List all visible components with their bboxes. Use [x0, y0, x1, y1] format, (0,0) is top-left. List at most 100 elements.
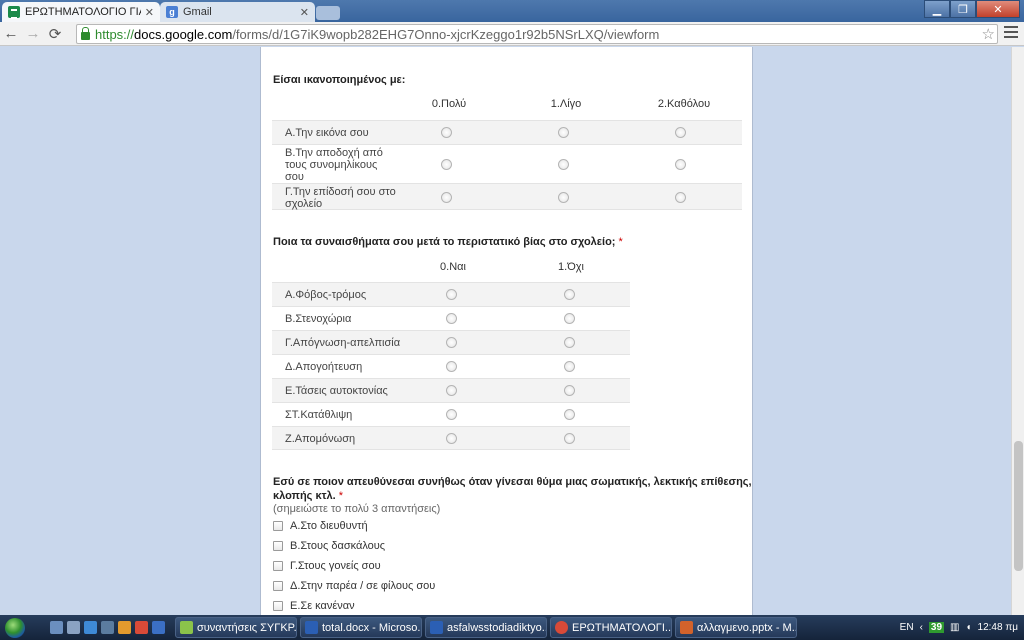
url-scheme: https:// [95, 26, 135, 42]
checkbox-option[interactable]: Ε.Σε κανέναν [273, 600, 355, 612]
taskbar-item-label: αλλαγμενο.pptx - M... [697, 621, 797, 634]
language-indicator[interactable]: EN [900, 622, 914, 633]
taskbar-item-label: total.docx - Microso... [322, 621, 422, 634]
chrome-icon [555, 621, 568, 634]
radio-button[interactable] [675, 192, 686, 203]
tray-badge[interactable]: 39 [928, 622, 945, 633]
checkbox-option[interactable]: Β.Στους δασκάλους [273, 540, 385, 552]
window-controls: ▁ ❐ ✕ [924, 0, 1020, 18]
radio-button[interactable] [564, 337, 575, 348]
grid-row: Γ.Απόγνωση-απελπισία [272, 330, 630, 354]
start-button[interactable] [0, 615, 30, 640]
taskbar-item[interactable]: total.docx - Microso... [300, 617, 422, 638]
system-tray: EN ‹ 39 ▥ ◖ 12:48 πμ [900, 615, 1024, 640]
checkbox-label: Β.Στους δασκάλους [290, 540, 386, 552]
windows-logo-icon [5, 617, 25, 638]
restore-icon[interactable]: ❐ [950, 0, 976, 18]
browser-tab-strip: ΕΡΩΤΗΜΑΤΟΛΟΓΙΟ ΓΙΑ ΤΗ ✕ g Gmail ✕ ▁ ❐ ✕ [0, 0, 1024, 22]
grid-row: Β.Στενοχώρια [272, 306, 630, 330]
checkbox[interactable] [273, 581, 283, 591]
taskbar-item[interactable]: αλλαγμενο.pptx - M... [675, 617, 797, 638]
radio-button[interactable] [446, 409, 457, 420]
taskbar-item-label: συναντήσεις ΣΥΓΚΡ... [197, 621, 297, 634]
new-tab-button[interactable] [316, 6, 340, 20]
sheets-icon [180, 621, 193, 634]
word-icon[interactable] [152, 621, 165, 634]
radio-button[interactable] [446, 433, 457, 444]
radio-button[interactable] [446, 361, 457, 372]
word-icon [305, 621, 318, 634]
radio-button[interactable] [675, 127, 686, 138]
minimize-icon[interactable]: ▁ [924, 0, 950, 18]
column-header: 0.Ναι [440, 261, 466, 273]
row-label-line: Γ.Την επίδοσή σου στο [285, 186, 396, 198]
tab-title: Gmail [183, 6, 212, 18]
row-label: Ε.Τάσεις αυτοκτονίας [285, 385, 388, 397]
question-title: Είσαι ικανοποιημένος με: [273, 74, 406, 86]
radio-button[interactable] [441, 192, 452, 203]
radio-button[interactable] [564, 409, 575, 420]
tab-questionnaire[interactable]: ΕΡΩΤΗΜΑΤΟΛΟΓΙΟ ΓΙΑ ΤΗ ✕ [2, 2, 160, 22]
radio-button[interactable] [441, 127, 452, 138]
radio-button[interactable] [441, 159, 452, 170]
address-bar[interactable]: https:// docs.google.com /forms/d/1G7iK9… [76, 24, 998, 44]
radio-button[interactable] [564, 433, 575, 444]
google-forms-icon [8, 6, 20, 19]
network-icon[interactable]: ▥ [950, 622, 959, 633]
checkbox-option[interactable]: Γ.Στους γονείς σου [273, 560, 381, 572]
close-icon[interactable]: ✕ [145, 6, 154, 19]
checkbox-label: Ε.Σε κανέναν [290, 600, 355, 612]
checkbox[interactable] [273, 521, 283, 531]
checkbox-option[interactable]: Δ.Στην παρέα / σε φίλους σου [273, 580, 435, 592]
close-icon[interactable]: ✕ [300, 6, 309, 19]
checkbox-option[interactable]: Α.Στο διευθυντή [273, 520, 368, 532]
column-header: 1.Όχι [558, 261, 584, 273]
taskbar-item[interactable]: συναντήσεις ΣΥΓΚΡ... [175, 617, 297, 638]
page-viewport: Είσαι ικανοποιημένος με: 0.Πολύ 1.Λίγο 2… [0, 47, 1011, 615]
radio-button[interactable] [564, 289, 575, 300]
radio-button[interactable] [446, 289, 457, 300]
chrome-icon[interactable] [135, 621, 148, 634]
internet-explorer-icon[interactable] [84, 621, 97, 634]
back-arrow-icon[interactable]: ← [0, 23, 22, 45]
radio-button[interactable] [564, 313, 575, 324]
taskbar-item[interactable]: ΕΡΩΤΗΜΑΤΟΛΟΓΙ... [550, 617, 672, 638]
tab-gmail[interactable]: g Gmail ✕ [160, 2, 315, 22]
taskbar-item-label: asfalwsstodiadiktyo.... [447, 621, 547, 634]
checkbox[interactable] [273, 601, 283, 611]
bookmark-star-icon[interactable]: ☆ [982, 25, 995, 43]
radio-button[interactable] [558, 159, 569, 170]
row-label: Γ.Απόγνωση-απελπισία [285, 337, 401, 349]
radio-button[interactable] [564, 385, 575, 396]
checkbox-label: Δ.Στην παρέα / σε φίλους σου [290, 580, 436, 592]
required-asterisk: * [338, 490, 344, 502]
media-player-icon[interactable] [118, 621, 131, 634]
reload-icon[interactable]: ⟳ [44, 23, 66, 45]
powerpoint-icon [680, 621, 693, 634]
explorer-icon[interactable] [101, 621, 114, 634]
required-asterisk: * [618, 236, 623, 248]
clock[interactable]: 12:48 πμ [978, 622, 1018, 633]
radio-button[interactable] [446, 385, 457, 396]
checkbox[interactable] [273, 561, 283, 571]
radio-button[interactable] [558, 127, 569, 138]
scrollbar-thumb[interactable] [1014, 441, 1023, 571]
menu-icon[interactable] [1004, 26, 1018, 41]
grid-row: Δ.Απογοήτευση [272, 354, 630, 378]
taskbar-item[interactable]: asfalwsstodiadiktyo.... [425, 617, 547, 638]
window-close-icon[interactable]: ✕ [976, 0, 1020, 18]
forward-arrow-icon[interactable]: → [22, 23, 44, 45]
show-desktop-icon[interactable] [50, 621, 63, 634]
chevron-left-icon[interactable]: ‹ [920, 622, 923, 633]
radio-button[interactable] [446, 313, 457, 324]
radio-button[interactable] [558, 192, 569, 203]
question-title: Ποια τα συναισθήματα σου μετά το περιστα… [273, 236, 623, 248]
radio-button[interactable] [564, 361, 575, 372]
radio-button[interactable] [446, 337, 457, 348]
volume-icon[interactable]: ◖ [965, 622, 971, 633]
row-label-line: σου [285, 171, 304, 183]
radio-button[interactable] [675, 159, 686, 170]
checkbox[interactable] [273, 541, 283, 551]
switch-windows-icon[interactable] [67, 621, 80, 634]
page-scrollbar[interactable] [1011, 47, 1024, 615]
